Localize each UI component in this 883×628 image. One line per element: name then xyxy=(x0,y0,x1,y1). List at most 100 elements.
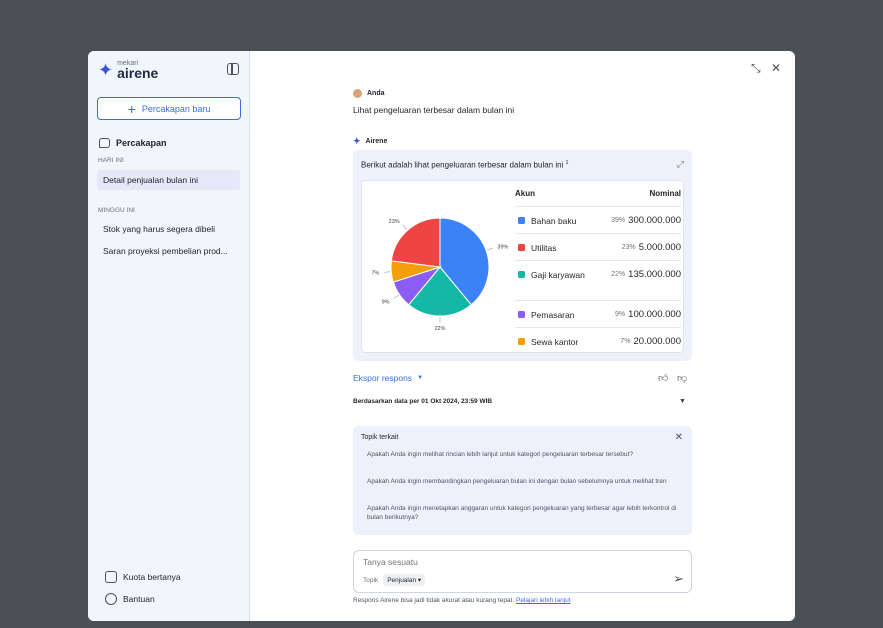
account-percent: 7% xyxy=(620,338,631,345)
close-icon[interactable]: ✕ xyxy=(771,62,781,74)
account-percent: 22% xyxy=(611,271,626,278)
legend-swatch xyxy=(518,338,525,345)
table-row: Utilitas 23% 5.000.000 xyxy=(515,234,681,261)
pie-data-label: 22% xyxy=(434,326,445,332)
legend-swatch xyxy=(518,217,525,224)
account-name: Sewa kantor xyxy=(531,337,579,347)
learn-more-link[interactable]: Pelajari lebih lanjut xyxy=(516,597,571,604)
account-name: Bahan baku xyxy=(531,216,577,226)
sidebar: ✦ mekari airene + Percakapan baru Percak… xyxy=(88,51,250,621)
group-label-week: MINGGU INI xyxy=(98,207,135,214)
expense-summary: 39% 22% 9% 7% 23% Akun Nominal Bahan baku 39%… xyxy=(361,180,684,353)
pie-label-line xyxy=(402,224,408,230)
pie-label-line xyxy=(384,271,391,273)
chevron-down-icon: ▼ xyxy=(417,375,424,381)
chat-icon xyxy=(99,138,110,148)
disclaimer: Respons Airene bisa jadi tidak akurat at… xyxy=(353,597,571,604)
expense-table: Akun Nominal Bahan baku 39% 300.000.000 Uti… xyxy=(515,181,681,355)
pie-chart: 39% 22% 9% 7% 23% xyxy=(371,217,509,332)
pie-label-line xyxy=(486,247,493,251)
new-chat-label: Percakapan baru xyxy=(141,103,211,114)
export-button[interactable]: Ekspor respons ▼ xyxy=(353,373,423,383)
topic-label: Topik xyxy=(363,576,379,584)
quota-button[interactable]: Kuota bertanya xyxy=(105,571,181,583)
pie-data-label: 23% xyxy=(389,219,400,225)
sidebar-item-conversation[interactable]: Detail penjualan bulan ini xyxy=(97,170,240,190)
sparkle-icon: ✦ xyxy=(353,136,361,146)
expand-icon[interactable]: ⤢ xyxy=(677,159,684,170)
plus-icon: + xyxy=(127,100,136,117)
related-topics: Topik terkait ✕ Apakah Anda ingin meliha… xyxy=(353,426,692,535)
answer-intro: Berikut adalah lihat pengeluaran terbesa… xyxy=(361,160,568,170)
account-value: 100.000.000 xyxy=(628,309,681,320)
account-value: 5.000.000 xyxy=(638,242,681,253)
footnote-ref[interactable]: 1 xyxy=(566,160,569,166)
help-label: Bantuan xyxy=(123,594,155,604)
chat-panel: ⤡ ✕ Anda Lihat pengeluaran terbesar dala… xyxy=(250,51,795,621)
user-header: Anda xyxy=(353,89,385,98)
account-percent: 9% xyxy=(615,311,626,318)
message-input[interactable] xyxy=(363,557,613,567)
topic-suggestion[interactable]: Apakah Anda ingin menetapkan anggaran un… xyxy=(367,505,685,522)
thumbs-down-icon[interactable]: 👎︎ xyxy=(677,372,687,384)
table-row: Bahan baku 39% 300.000.000 xyxy=(515,207,681,234)
sidebar-item-conversation[interactable]: Saran proyeksi pembelian prod... xyxy=(97,241,240,261)
help-icon xyxy=(105,593,117,605)
minimize-icon[interactable]: ⤡ xyxy=(751,62,761,74)
pie-label-line xyxy=(393,294,399,299)
table-row: Sewa kantor 7% 20.000.000 xyxy=(515,328,681,355)
disclaimer-text: Respons Airene bisa jadi tidak akurat at… xyxy=(353,597,515,604)
thumbs-up-icon[interactable]: 👍︎ xyxy=(658,372,668,384)
bot-name: Airene xyxy=(365,138,388,145)
topic-suggestion[interactable]: Apakah Anda ingin melihat rincian lebih … xyxy=(367,451,685,460)
conversations-header: Percakapan xyxy=(99,138,167,148)
topics-title: Topik terkait xyxy=(361,434,399,441)
quota-icon xyxy=(105,571,117,583)
account-value: 20.000.000 xyxy=(633,336,681,347)
account-name: Pemasaran xyxy=(531,310,575,320)
brand-logo: ✦ mekari airene xyxy=(98,60,158,80)
pie-slice xyxy=(390,217,441,268)
table-row: Gaji karyawan 22% 135.000.000 xyxy=(515,261,681,301)
group-label-today: HARI INI xyxy=(98,157,124,164)
sidebar-toggle-icon[interactable] xyxy=(227,63,239,75)
export-label: Ekspor respons xyxy=(353,373,413,383)
close-icon[interactable]: ✕ xyxy=(675,432,683,443)
help-button[interactable]: Bantuan xyxy=(105,593,155,605)
account-value: 135.000.000 xyxy=(628,269,681,280)
topic-dropdown[interactable]: Penjualan ▾ xyxy=(383,574,426,586)
account-percent: 39% xyxy=(611,217,626,224)
pie-data-label: 7% xyxy=(371,271,379,277)
app-window: ✦ mekari airene + Percakapan baru Percak… xyxy=(88,51,795,621)
table-header: Akun Nominal xyxy=(515,181,681,207)
topic-suggestion[interactable]: Apakah Anda ingin membandingkan pengelua… xyxy=(367,478,685,487)
legend-swatch xyxy=(518,244,525,251)
send-icon[interactable]: ➢ xyxy=(673,571,684,587)
bot-header: ✦ Airene xyxy=(353,136,387,147)
conversations-title: Percakapan xyxy=(116,138,167,148)
topic-selector: Topik Penjualan ▾ xyxy=(363,574,426,586)
col-account: Akun xyxy=(515,189,535,198)
account-name: Gaji karyawan xyxy=(531,270,585,280)
legend-swatch xyxy=(518,271,525,278)
table-row: Pemasaran 9% 100.000.000 xyxy=(515,301,681,328)
account-percent: 23% xyxy=(621,244,636,251)
answer-intro-text: Berikut adalah lihat pengeluaran terbesa… xyxy=(361,160,564,170)
account-name: Utilitas xyxy=(531,243,557,253)
message-composer: Topik Penjualan ▾ ➢ xyxy=(353,550,692,593)
sidebar-item-conversation[interactable]: Stok yang harus segera dibeli xyxy=(97,219,240,239)
legend-swatch xyxy=(518,311,525,318)
pie-data-label: 9% xyxy=(382,299,390,305)
user-name: Anda xyxy=(367,90,385,97)
brand-name: airene xyxy=(117,65,159,81)
new-chat-button[interactable]: + Percakapan baru xyxy=(97,97,241,120)
pie-data-label: 39% xyxy=(497,244,508,250)
col-nominal: Nominal xyxy=(649,189,681,198)
account-value: 300.000.000 xyxy=(628,215,681,226)
answer-card: Berikut adalah lihat pengeluaran terbesa… xyxy=(353,150,692,361)
quota-label: Kuota bertanya xyxy=(123,572,181,582)
avatar xyxy=(353,89,362,98)
chevron-down-icon[interactable]: ▼ xyxy=(679,398,686,405)
data-basis: Berdasarkan data per 01 Okt 2024, 23:59 … xyxy=(353,398,493,405)
user-message: Lihat pengeluaran terbesar dalam bulan i… xyxy=(353,105,515,115)
